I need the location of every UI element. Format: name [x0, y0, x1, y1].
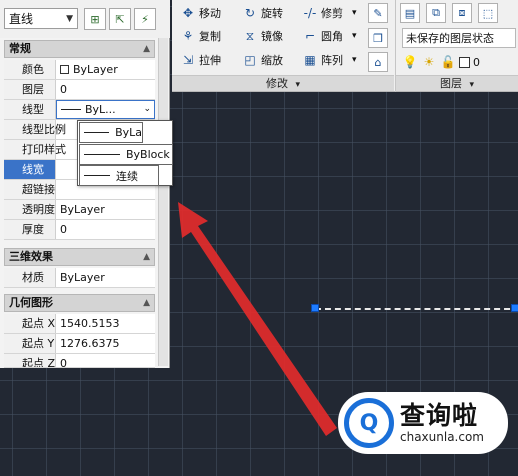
watermark-brand: 查询啦	[400, 401, 479, 430]
watermark-url: chaxunla.com	[400, 430, 484, 444]
search-magnifier-logo-icon: Q	[344, 398, 394, 448]
red-arrow-shape	[178, 202, 337, 436]
watermark: Q 查询啦 chaxunla.com	[338, 392, 508, 454]
